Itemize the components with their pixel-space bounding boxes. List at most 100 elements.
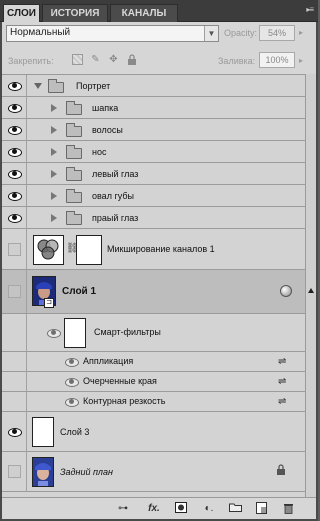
visibility-toggle[interactable] — [2, 141, 27, 162]
layer-row-layer3[interactable]: Слой 3 — [2, 412, 305, 452]
eye-icon[interactable] — [8, 147, 22, 157]
eye-icon[interactable] — [8, 191, 22, 201]
expand-arrow-icon[interactable] — [51, 104, 57, 112]
blend-mode-value: Нормальный — [10, 27, 71, 38]
blending-options-icon[interactable]: ⇌ — [278, 396, 286, 407]
visibility-toggle[interactable] — [2, 119, 27, 140]
visibility-toggle[interactable] — [2, 229, 27, 269]
tab-channels[interactable]: КАНАЛЫ — [110, 4, 178, 22]
layer-name: праый глаз — [92, 213, 139, 223]
layer-row-group[interactable]: праый глаз — [2, 207, 305, 229]
eye-icon[interactable] — [8, 125, 22, 135]
opacity-slider-arrow-icon[interactable]: ▸ — [299, 28, 303, 37]
layer-name: левый глаз — [92, 169, 139, 179]
layer-name: Слой 3 — [60, 427, 90, 437]
layer-row-channel-mixer[interactable]: ⛓ Микширование каналов 1 — [2, 229, 305, 270]
layer-row-group[interactable]: волосы — [2, 119, 305, 141]
smart-object-badge-icon: ⊐ — [44, 298, 54, 308]
visibility-checkbox[interactable] — [8, 285, 21, 298]
visibility-toggle[interactable] — [2, 163, 27, 184]
visibility-toggle[interactable] — [2, 97, 27, 118]
link-layers-icon[interactable]: ⊶ — [115, 502, 131, 516]
blending-options-icon[interactable]: ⇌ — [278, 356, 286, 367]
layer-name: Смарт-фильтры — [94, 327, 161, 337]
layer-row-group[interactable]: левый глаз — [2, 163, 305, 185]
chevron-down-icon[interactable]: ▼ — [204, 26, 218, 41]
expand-arrow-icon[interactable] — [51, 126, 57, 134]
expand-arrow-icon[interactable] — [51, 170, 57, 178]
lock-position-move-icon[interactable]: ✥ — [108, 54, 119, 65]
lock-all-icon[interactable] — [126, 54, 137, 65]
eye-icon[interactable] — [8, 427, 22, 437]
tab-bar: СЛОИ ИСТОРИЯ КАНАЛЫ ▸≡ — [0, 0, 318, 22]
tab-history[interactable]: ИСТОРИЯ — [42, 4, 108, 22]
expand-arrow-icon[interactable] — [34, 83, 42, 89]
folder-icon — [66, 167, 82, 181]
new-group-folder-icon[interactable] — [228, 502, 242, 516]
folder-icon — [66, 211, 82, 225]
blend-mode-select[interactable]: Нормальный ▼ — [6, 25, 219, 42]
trash-delete-icon[interactable] — [281, 502, 295, 516]
eye-icon[interactable] — [8, 103, 22, 113]
opacity-field[interactable]: 54% — [259, 25, 295, 41]
add-layer-style-fx-button[interactable]: fx. — [145, 502, 163, 516]
layers-panel: СЛОИ ИСТОРИЯ КАНАЛЫ ▸≡ Нормальный ▼ Opac… — [0, 0, 318, 521]
filter-row[interactable]: Аппликация ⇌ — [2, 352, 305, 372]
opacity-label: Opacity: — [224, 28, 258, 38]
layer-row-group[interactable]: шапка — [2, 97, 305, 119]
eye-icon[interactable] — [8, 169, 22, 179]
blending-options-icon[interactable]: ⇌ — [278, 376, 286, 387]
visibility-toggle[interactable] — [2, 185, 27, 206]
eye-icon[interactable] — [65, 377, 79, 387]
visibility-checkbox[interactable] — [8, 465, 21, 478]
expand-arrow-icon[interactable] — [51, 214, 57, 222]
visibility-checkbox[interactable] — [8, 243, 21, 256]
lock-pixels-brush-icon[interactable]: ✎ — [90, 54, 101, 65]
visibility-toggle[interactable] — [2, 207, 27, 228]
filter-row[interactable]: Контурная резкость ⇌ — [2, 392, 305, 412]
filter-mask-thumbnail[interactable] — [64, 318, 86, 348]
channel-mixer-icon — [37, 239, 59, 260]
tab-layers[interactable]: СЛОИ — [3, 4, 40, 22]
expand-arrow-icon[interactable] — [51, 192, 57, 200]
layers-scrollbar[interactable] — [305, 74, 316, 497]
visibility-cell — [2, 314, 27, 351]
scroll-up-arrow-icon[interactable] — [308, 288, 314, 293]
add-mask-icon[interactable] — [174, 502, 188, 516]
visibility-cell — [2, 372, 27, 391]
eye-icon[interactable] — [65, 357, 79, 367]
panel-menu-icon[interactable]: ▸≡ — [306, 5, 314, 14]
layer-row-layer1[interactable]: ⊐ Слой 1 — [2, 270, 305, 314]
eye-icon[interactable] — [8, 81, 22, 91]
eye-icon[interactable] — [8, 213, 22, 223]
layer-name: овал губы — [92, 191, 134, 201]
fill-slider-arrow-icon[interactable]: ▸ — [299, 56, 303, 65]
layer-name: шапка — [92, 103, 119, 113]
eye-icon[interactable] — [65, 397, 79, 407]
smart-filter-options-icon[interactable] — [280, 285, 292, 297]
lock-transparency-icon[interactable] — [72, 54, 83, 65]
folder-icon — [48, 79, 64, 93]
layer-row-background[interactable]: Задний план — [2, 452, 305, 492]
filter-name: Очерченные края — [83, 376, 157, 386]
filter-row[interactable]: Очерченные края ⇌ — [2, 372, 305, 392]
eye-icon[interactable] — [47, 328, 61, 338]
visibility-toggle[interactable] — [2, 75, 27, 96]
lock-icon — [276, 464, 286, 478]
expand-arrow-icon[interactable] — [51, 148, 57, 156]
visibility-toggle[interactable] — [2, 270, 27, 313]
visibility-toggle[interactable] — [2, 452, 27, 491]
layer-name: Слой 1 — [62, 286, 97, 297]
filter-name: Контурная резкость — [83, 396, 166, 406]
layer-mask-thumbnail[interactable] — [76, 235, 102, 265]
layers-bottom-toolbar: ⊶ fx. ◐. — [2, 497, 316, 519]
layer-row-group[interactable]: овал губы — [2, 185, 305, 207]
layer-controls: Нормальный ▼ Opacity: 54% ▸ Закрепить: ✎… — [2, 22, 316, 74]
new-layer-icon[interactable] — [254, 502, 268, 516]
layer-row-group-portrait[interactable]: Портрет — [2, 75, 305, 97]
layer-row-smart-filters[interactable]: Смарт-фильтры — [2, 314, 305, 352]
visibility-toggle[interactable] — [2, 412, 27, 451]
new-adjustment-layer-icon[interactable]: ◐. — [200, 502, 218, 516]
fill-field[interactable]: 100% — [259, 52, 295, 68]
layer-row-group[interactable]: нос — [2, 141, 305, 163]
